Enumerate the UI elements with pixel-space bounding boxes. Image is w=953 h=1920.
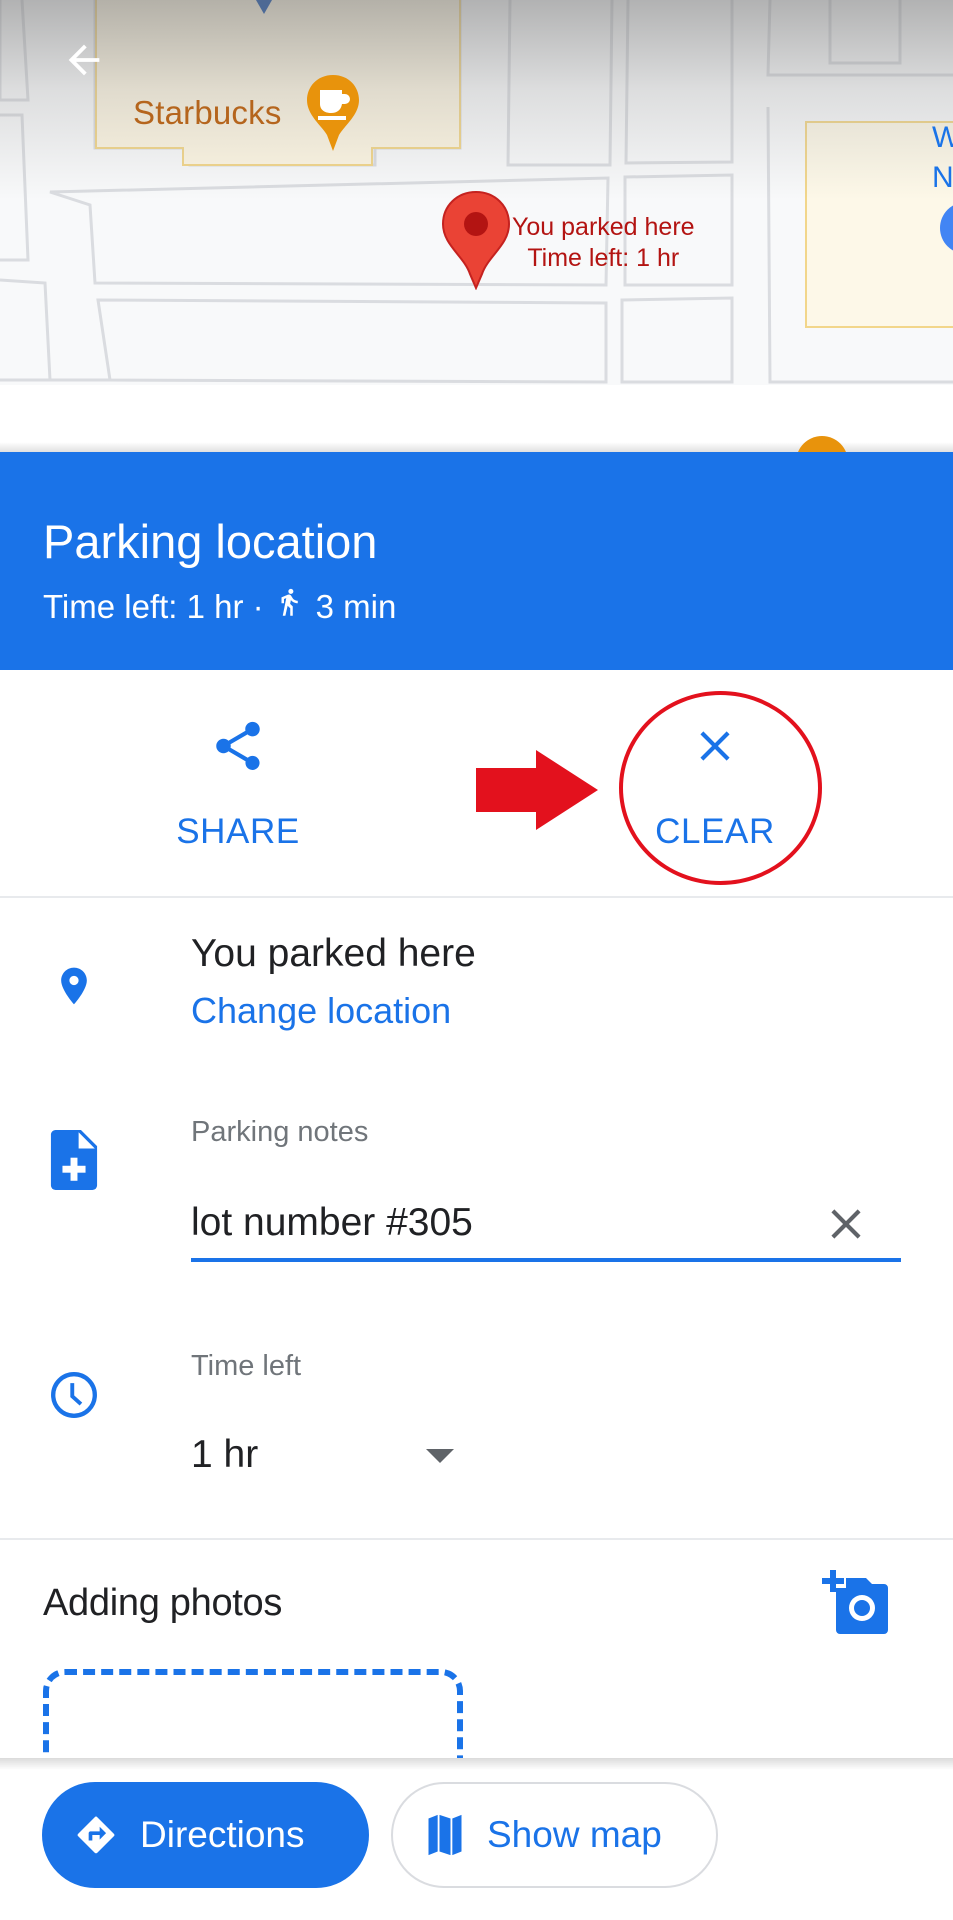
parked-location-marker[interactable] [440,190,512,295]
header-walk-time: 3 min [315,587,397,625]
clock-icon [51,1372,97,1418]
poi-label-starbucks[interactable]: Starbucks [133,94,282,132]
annotation-arrow-icon [476,750,598,830]
partial-poi-line1: W [932,121,953,154]
add-a-photo-icon [822,1570,888,1634]
parking-header: Parking location Time left: 1 hr · 3 min [0,452,953,670]
add-photo-button[interactable] [822,1570,892,1636]
poi-marker-starbucks[interactable] [305,73,361,158]
parked-marker-label: You parked here Time left: 1 hr [512,212,695,274]
arrow-drop-down-icon [426,1449,454,1463]
time-left-dropdown[interactable]: 1 hr [191,1425,471,1485]
map-view[interactable]: Starbucks You parked here Time left: 1 h… [0,0,953,452]
section-divider [0,1538,953,1540]
parked-marker-line1: You parked here [512,213,695,241]
change-location-link[interactable]: Change location [191,990,451,1032]
notes-row-icon [48,1130,100,1190]
share-button[interactable]: SHARE [138,670,338,898]
directions-walk-icon [274,582,304,631]
parked-location-title: You parked here [191,932,476,975]
time-row-icon [48,1367,100,1423]
show-map-label: Show map [487,1814,662,1855]
arrow-back-icon [68,44,100,76]
header-subtitle: Time left: 1 hr · 3 min [43,582,953,631]
time-left-label: Time left [191,1350,302,1382]
parked-marker-line2: Time left: 1 hr [527,244,680,272]
map-icon [428,1814,462,1856]
directions-icon [77,1816,115,1854]
clear-notes-button[interactable] [818,1196,874,1252]
parking-notes-label: Parking notes [191,1116,369,1148]
time-left-value: 1 hr [191,1433,259,1476]
annotation-circle [619,691,822,885]
map-pin-icon [441,190,511,291]
page-title: Parking location [43,515,378,568]
coffee-cup-icon [307,75,359,151]
share-label: SHARE [176,812,300,851]
back-button[interactable] [52,28,116,92]
partial-poi-line2: N [932,161,953,194]
parking-notes-input[interactable] [191,1196,901,1262]
partial-poi-label[interactable]: W N [932,118,953,198]
close-icon [831,1209,861,1239]
adding-photos-title: Adding photos [43,1582,283,1624]
place-icon [61,967,87,1005]
directions-label: Directions [140,1814,305,1855]
directions-button[interactable]: Directions [42,1782,369,1888]
header-time-left: Time left: 1 hr · [43,587,264,625]
share-icon [216,721,260,770]
location-row-icon [48,958,100,1014]
map-pin-icon [940,205,953,251]
partial-poi-marker[interactable] [938,200,953,265]
show-map-button[interactable]: Show map [391,1782,718,1888]
note-add-icon [50,1130,98,1190]
